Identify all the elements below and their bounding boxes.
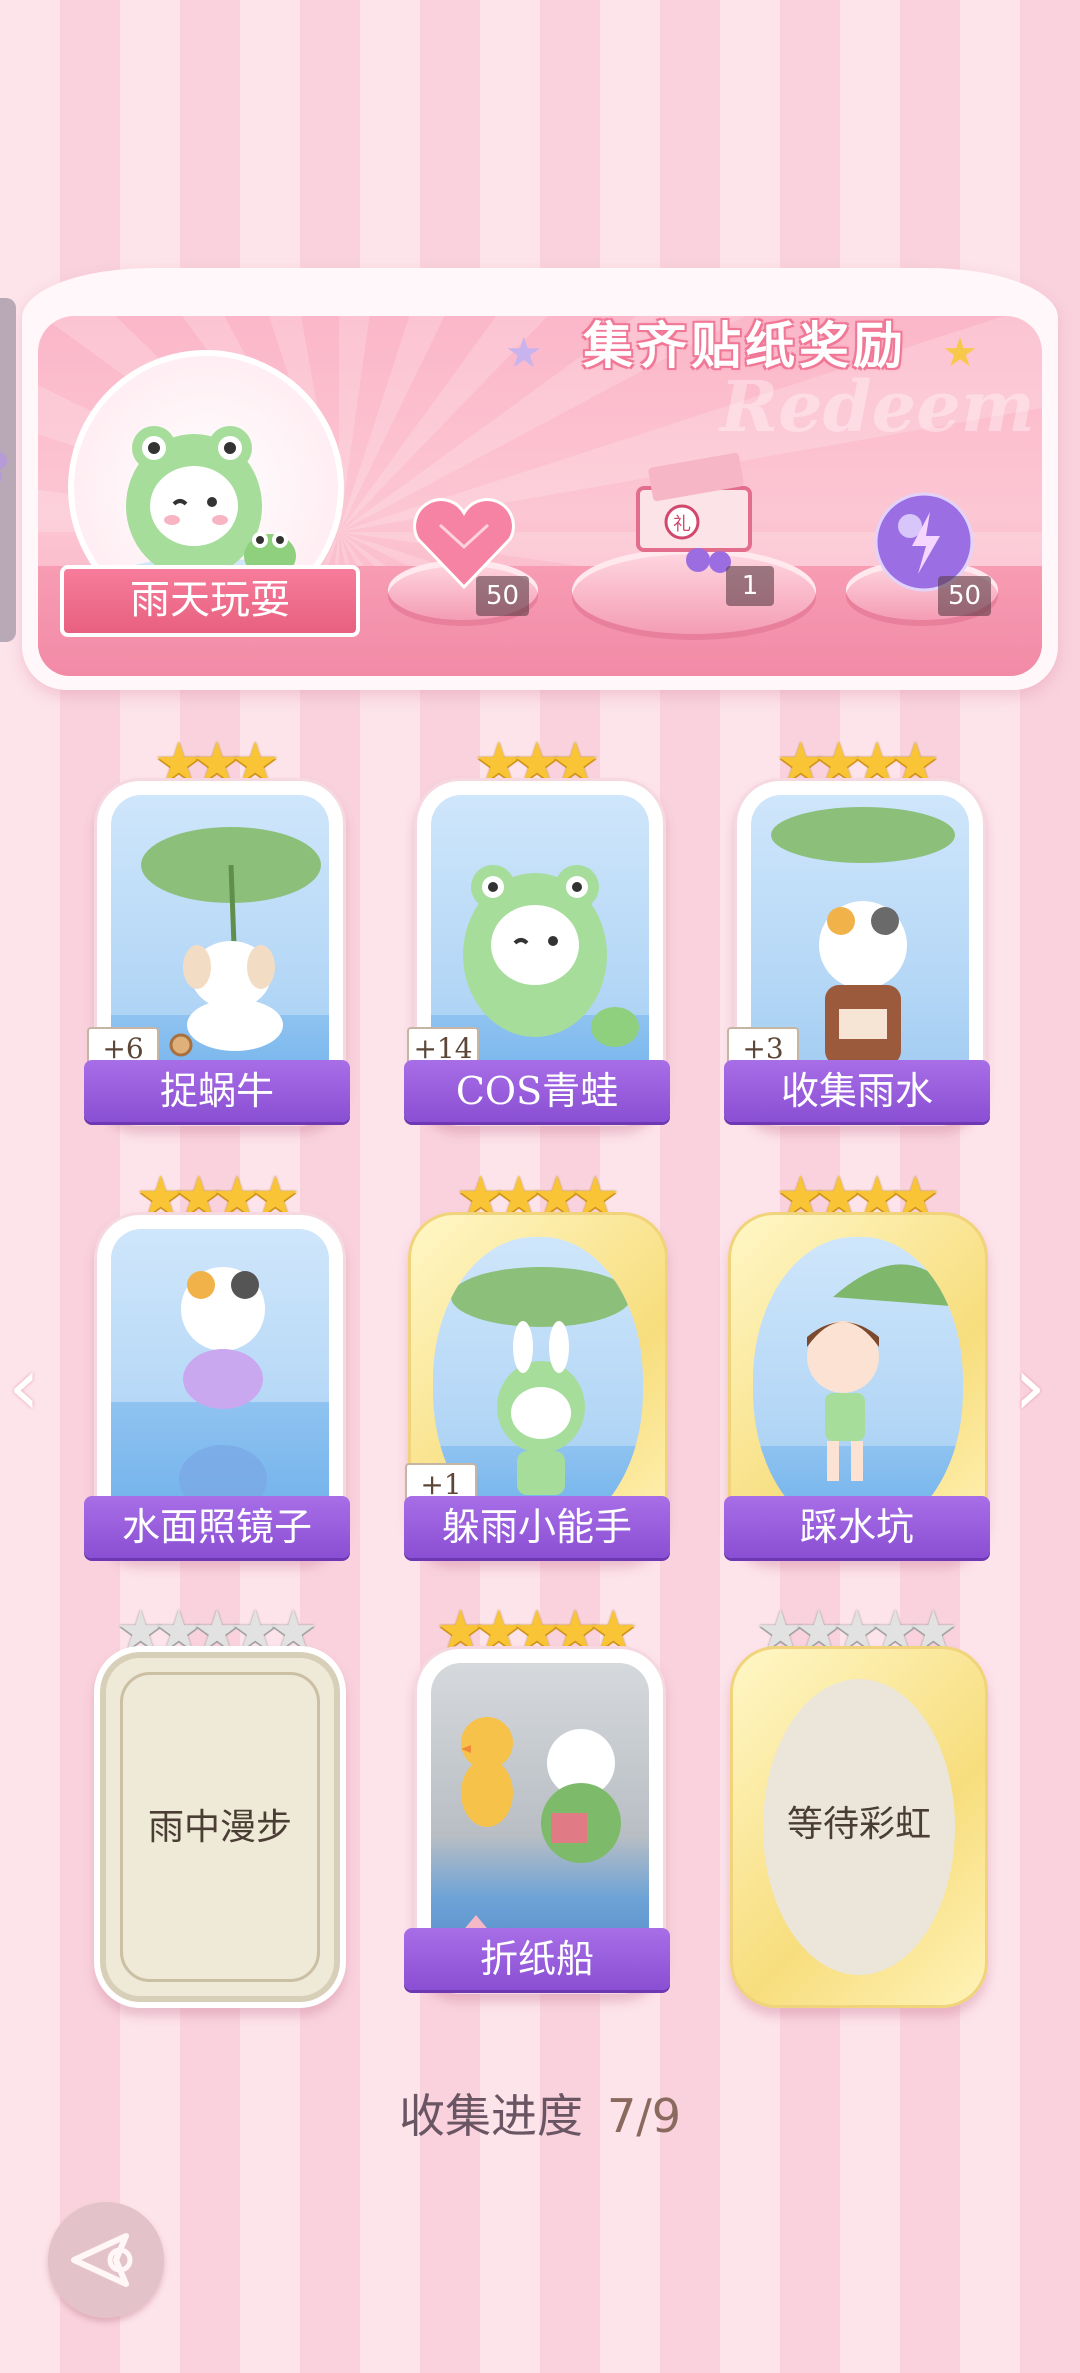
prev-page-arrow-icon[interactable]: ‹ — [8, 1340, 40, 1433]
gift-box-icon: 礼 — [620, 450, 770, 584]
sticker-name: 水面照镜子 — [84, 1496, 350, 1558]
sticker-card-rain-walk-locked[interactable]: 雨中漫步 — [94, 1646, 346, 2008]
progress-label: 收集进度 — [398, 2089, 583, 2143]
progress-value: 7/9 — [606, 2089, 682, 2143]
banner-title: 集齐贴纸奖励 — [583, 316, 907, 375]
svg-text:礼: 礼 — [673, 514, 691, 535]
locked-sticker-name: 等待彩虹 — [786, 1804, 931, 1845]
sticker-name: 捉蜗牛 — [84, 1060, 350, 1122]
locked-sticker-name: 雨中漫步 — [147, 1807, 292, 1848]
sticker-card-rainbow-locked[interactable]: 等待彩虹 — [730, 1646, 988, 2008]
reward-count-badge: 50 — [476, 576, 530, 616]
flower-icon: ✿ — [0, 430, 40, 520]
sticker-name: 躲雨小能手 — [404, 1496, 670, 1558]
sticker-name: 收集雨水 — [724, 1060, 990, 1122]
sticker-name: COS青蛙 — [404, 1060, 670, 1122]
collection-progress: 收集进度 7/9 — [0, 2080, 1080, 2146]
back-button[interactable] — [48, 2202, 164, 2318]
back-arrow-icon — [71, 2233, 133, 2287]
reward-count-badge: 50 — [938, 576, 992, 616]
reward-count-badge: 1 — [726, 566, 774, 606]
next-page-arrow-icon[interactable]: › — [1014, 1340, 1046, 1433]
purple-star-icon: ★ — [505, 328, 543, 377]
gold-star-icon: ★ — [942, 330, 978, 376]
feature-name-ribbon: 雨天玩耍 — [60, 565, 360, 637]
sticker-name: 踩水坑 — [724, 1496, 990, 1558]
sticker-name: 折纸船 — [404, 1928, 670, 1990]
